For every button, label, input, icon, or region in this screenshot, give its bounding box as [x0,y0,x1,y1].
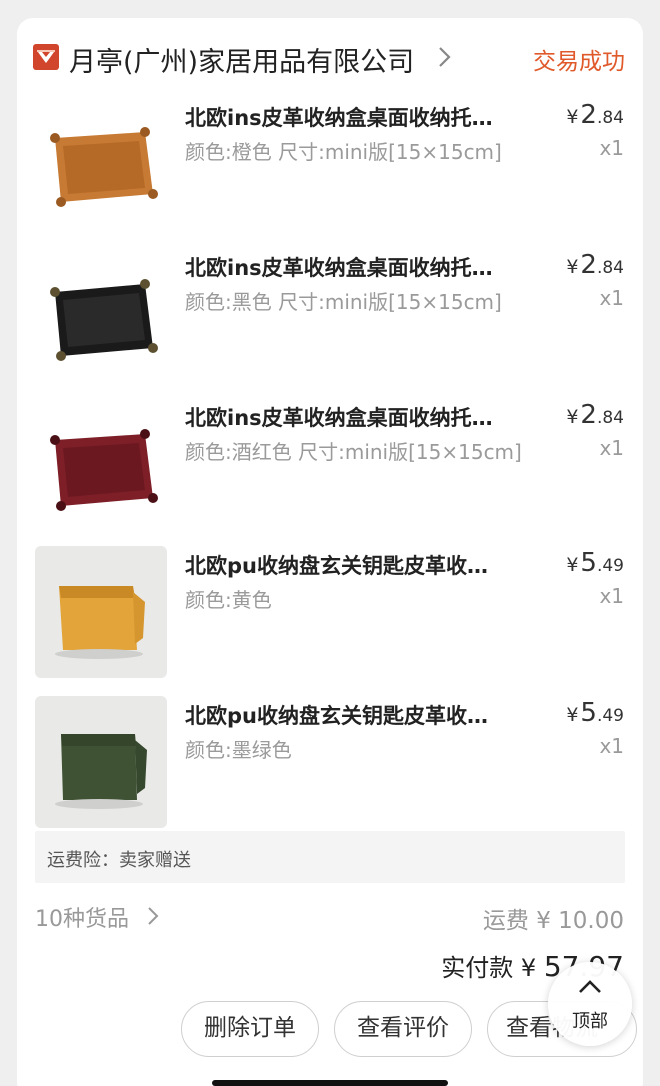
shop-name[interactable]: 月亭(广州)家居用品有限公司 [69,40,414,79]
item-quantity: x1 [599,136,624,160]
chevron-right-icon [148,907,159,925]
product-thumbnail[interactable] [35,546,167,678]
order-item[interactable]: 北欧ins皮革收纳盒桌面收纳托… 颜色:橙色 尺寸:mini版[15×15cm]… [17,98,643,238]
shipping-fee: 运费 ¥ 10.00 [482,908,624,934]
home-indicator [212,1080,448,1086]
back-to-top-button[interactable]: 顶部 [548,962,632,1046]
product-thumbnail[interactable] [35,696,167,828]
order-item[interactable]: 北欧pu收纳盘玄关钥匙皮革收… 颜色:墨绿色 ¥5.49 x1 [17,696,643,836]
order-card: 月亭(广州)家居用品有限公司 交易成功 北欧ins皮革收纳盒桌面收纳托… 颜色:… [17,18,643,1086]
item-price: ¥2.84 [566,400,624,430]
item-title[interactable]: 北欧pu收纳盘玄关钥匙皮革收… [185,700,545,730]
delete-order-button[interactable]: 删除订单 [181,1001,319,1057]
item-quantity: x1 [599,436,624,460]
order-item[interactable]: 北欧ins皮革收纳盒桌面收纳托… 颜色:黑色 尺寸:mini版[15×15cm]… [17,248,643,388]
item-spec: 颜色:橙色 尺寸:mini版[15×15cm] [185,140,502,164]
item-quantity: x1 [599,584,624,608]
item-price: ¥2.84 [566,100,624,130]
order-status: 交易成功 [533,49,625,75]
order-item[interactable]: 北欧pu收纳盘玄关钥匙皮革收… 颜色:黄色 ¥5.49 x1 [17,546,643,686]
item-quantity: x1 [599,286,624,310]
item-spec: 颜色:黑色 尺寸:mini版[15×15cm] [185,290,502,314]
item-title[interactable]: 北欧ins皮革收纳盒桌面收纳托… [185,252,545,282]
item-price: ¥2.84 [566,250,624,280]
item-spec: 颜色:黄色 [185,588,272,612]
product-thumbnail[interactable] [35,398,167,530]
item-spec: 颜色:墨绿色 [185,738,292,762]
item-spec: 颜色:酒红色 尺寸:mini版[15×15cm] [185,440,522,464]
item-title[interactable]: 北欧ins皮革收纳盒桌面收纳托… [185,102,545,132]
view-review-button[interactable]: 查看评价 [334,1001,472,1057]
shop-logo-icon [33,44,59,70]
chevron-up-icon [579,980,601,993]
order-item[interactable]: 北欧ins皮革收纳盒桌面收纳托… 颜色:酒红色 尺寸:mini版[15×15cm… [17,398,643,538]
product-thumbnail[interactable] [35,248,167,380]
item-price: ¥5.49 [566,548,624,578]
shipping-insurance-note: 运费险：卖家赠送 [35,831,625,883]
item-title[interactable]: 北欧ins皮革收纳盒桌面收纳托… [185,402,545,432]
item-price: ¥5.49 [566,698,624,728]
product-thumbnail[interactable] [35,98,167,230]
item-quantity: x1 [599,734,624,758]
chevron-right-icon [439,47,451,67]
item-title[interactable]: 北欧pu收纳盘玄关钥匙皮革收… [185,550,545,580]
shop-header[interactable]: 月亭(广州)家居用品有限公司 交易成功 [17,18,643,98]
goods-count[interactable]: 10种货品 [35,901,129,933]
